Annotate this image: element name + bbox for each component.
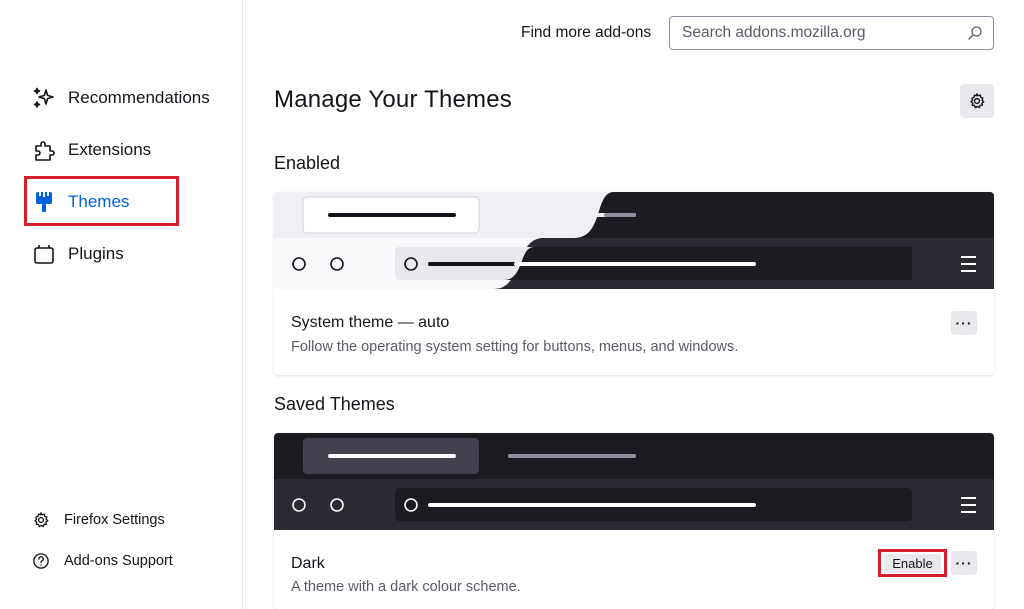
more-icon: ··· xyxy=(955,315,973,331)
dark-theme-preview xyxy=(274,433,994,530)
sidebar-item-themes[interactable]: Themes xyxy=(24,177,178,227)
search-icon xyxy=(968,26,982,40)
sidebar-item-label: Plugins xyxy=(68,244,124,263)
more-icon: ··· xyxy=(955,555,973,571)
theme-card-dark: Dark A theme with a dark colour scheme. xyxy=(274,433,994,609)
sidebar-item-extensions[interactable]: Extensions xyxy=(24,125,178,175)
more-options-button[interactable]: ··· xyxy=(951,551,977,575)
system-theme-preview xyxy=(274,192,994,289)
help-icon xyxy=(33,553,49,569)
enable-button[interactable]: Enable xyxy=(878,549,947,577)
sidebar-item-label: Recommendations xyxy=(68,88,210,107)
theme-description: A theme with a dark colour scheme. xyxy=(291,579,521,595)
addons-support-link[interactable]: Add-ons Support xyxy=(32,549,173,573)
sidebar-item-label: Themes xyxy=(68,192,130,211)
puzzle-icon xyxy=(35,141,55,161)
plugin-icon xyxy=(34,245,54,264)
enable-label: Enable xyxy=(884,553,941,573)
firefox-settings-label: Firefox Settings xyxy=(64,512,165,528)
search-input[interactable] xyxy=(680,23,967,43)
tools-gear-button[interactable] xyxy=(960,84,994,118)
sidebar-item-label: Extensions xyxy=(68,140,152,159)
sidebar: Recommendations Extensions Themes Plugin… xyxy=(0,0,243,609)
theme-description: Follow the operating system setting for … xyxy=(291,339,739,355)
addons-support-label: Add-ons Support xyxy=(64,553,173,569)
more-options-button[interactable]: ··· xyxy=(951,311,977,335)
firefox-settings-link[interactable]: Firefox Settings xyxy=(32,508,165,532)
sparkle-icon xyxy=(33,87,54,108)
enabled-heading: Enabled xyxy=(274,153,341,173)
find-more-addons-label: Find more add-ons xyxy=(521,24,652,41)
theme-card-system: System theme — auto Follow the operating… xyxy=(274,192,994,375)
saved-themes-heading: Saved Themes xyxy=(274,394,395,414)
sidebar-item-plugins[interactable]: Plugins xyxy=(24,229,178,279)
gear-icon xyxy=(34,512,49,528)
page-title: Manage Your Themes xyxy=(274,86,512,113)
search-box[interactable] xyxy=(669,16,994,50)
gear-icon xyxy=(970,93,985,109)
sidebar-item-recommendations[interactable]: Recommendations xyxy=(24,73,210,123)
theme-name: Dark xyxy=(291,555,325,572)
theme-name: System theme — auto xyxy=(291,314,450,331)
paintbrush-icon xyxy=(36,192,52,212)
